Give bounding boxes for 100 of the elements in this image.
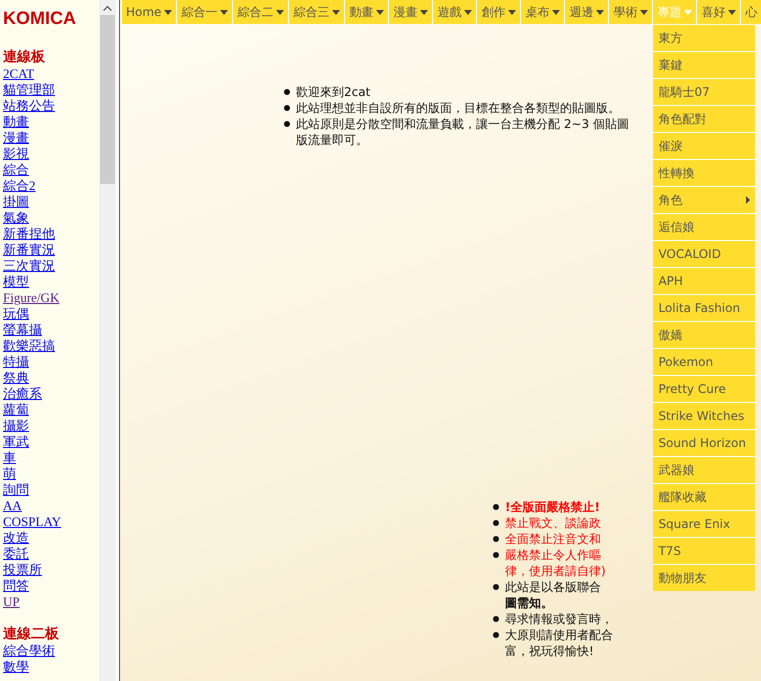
nav-menu-item[interactable]: 喜好 (697, 0, 740, 24)
rule-text: 富，祝玩得愉快! (505, 643, 595, 659)
dropdown-item[interactable]: 棄鍵 (653, 52, 756, 78)
board-link[interactable]: 歡樂惡搞 (3, 338, 55, 354)
nav-menu-item[interactable]: 動畫 (345, 0, 388, 24)
dropdown-item[interactable]: 性轉換 (653, 160, 756, 186)
board-link[interactable]: 氣象 (3, 210, 29, 226)
bullet-icon (493, 520, 499, 526)
submenu-arrow-icon (746, 196, 750, 204)
rule-text: 此站是以各版聯合 (505, 579, 601, 595)
nav-menu-item[interactable]: 遊戲 (433, 0, 476, 24)
rule-text: 律，使用者請自律) (505, 563, 606, 579)
caret-icon (420, 10, 428, 14)
dropdown-item[interactable]: Pretty Cure (653, 376, 756, 402)
bullet-icon (493, 632, 499, 638)
dropdown-item[interactable]: Square Enix (653, 511, 756, 537)
nav-menu-item[interactable]: 綜合一 (177, 0, 232, 24)
dropdown-item[interactable]: APH (653, 268, 756, 294)
board-link[interactable]: 動畫 (3, 114, 29, 130)
dropdown-item[interactable]: Pokemon (653, 349, 756, 375)
site-logo: KOMICA (3, 8, 76, 28)
board-link[interactable]: 攝影 (3, 418, 29, 434)
dropdown-item[interactable]: 逅信娘 (653, 214, 756, 240)
scroll-up-icon[interactable] (103, 5, 112, 11)
dropdown-item[interactable]: Lolita Fashion (653, 295, 756, 321)
nav-menu-item[interactable]: 創作 (477, 0, 520, 24)
board-link[interactable]: COSPLAY (3, 514, 62, 530)
board-link[interactable]: 螢幕攝 (3, 322, 42, 338)
rule-text: 嚴格禁止令人作嘔 (505, 547, 602, 563)
board-link[interactable]: Figure/GK (3, 290, 60, 306)
dropdown-item[interactable]: 傲嬌 (653, 322, 756, 348)
board-link[interactable]: 投票所 (3, 562, 42, 578)
nav-menu-item[interactable]: 桌布 (521, 0, 564, 24)
board-link[interactable]: 改造 (3, 530, 29, 546)
dropdown-item[interactable]: 催淚 (653, 133, 756, 159)
caret-icon (596, 10, 604, 14)
board-link[interactable]: 貓管理部 (3, 82, 55, 98)
nav-menu-item[interactable]: 學術 (609, 0, 652, 24)
board-link[interactable]: 新番實況 (3, 242, 55, 258)
scrollbar-thumb[interactable] (100, 15, 115, 184)
nav-menu-item[interactable]: 漫畫 (389, 0, 432, 24)
rule-text: 全面禁止注音文和 (505, 531, 601, 547)
board-link[interactable]: UP (3, 594, 20, 610)
dropdown-item[interactable]: 東方 (653, 25, 756, 51)
board-link[interactable]: 漫畫 (3, 130, 29, 146)
bullet-icon (493, 552, 499, 558)
caret-icon (332, 10, 340, 14)
rule-text: !全版面嚴格禁止! (505, 499, 600, 515)
dropdown-item[interactable]: 武器娘 (653, 457, 756, 483)
dropdown-item[interactable]: Sound Horizon (653, 430, 756, 456)
caret-icon (276, 10, 284, 14)
caret-icon (684, 10, 692, 14)
notice-text: 此站理想並非自設所有的版面，目標在整合各類型的貼圖版。 (296, 100, 620, 116)
nav-menu-item[interactable]: 綜合二 (233, 0, 288, 24)
board-link[interactable]: 影視 (3, 146, 29, 162)
bullet-icon (284, 121, 290, 127)
board-link[interactable]: 三次實況 (3, 258, 55, 274)
scrollbar[interactable] (99, 0, 116, 681)
board-link[interactable]: 綜合學術 (3, 643, 55, 659)
board-link[interactable]: 數學 (3, 659, 29, 675)
nav-menu-item[interactable]: 心 (741, 0, 761, 24)
board-link[interactable]: 軍武 (3, 434, 29, 450)
dropdown-item[interactable]: 龍騎士07 (653, 79, 756, 105)
dropdown-item[interactable]: VOCALOID (653, 241, 756, 267)
board-link[interactable]: 綜合2 (3, 178, 36, 194)
dropdown-item[interactable]: T7S (653, 538, 756, 564)
dropdown-item[interactable]: 角色 (653, 187, 756, 213)
board-link[interactable]: 蘿蔔 (3, 402, 29, 418)
nav-menu-item[interactable]: Home (122, 0, 176, 24)
nav-menu-item[interactable]: 綜合三 (289, 0, 344, 24)
board-link[interactable]: 掛圖 (3, 194, 29, 210)
dropdown-item[interactable]: 艦隊收藏 (653, 484, 756, 510)
board-link[interactable]: 站務公告 (3, 98, 55, 114)
dropdown-item[interactable]: 角色配對 (653, 106, 756, 132)
board-link[interactable]: 車 (3, 450, 16, 466)
caret-icon (508, 10, 516, 14)
bullet-icon (284, 105, 290, 111)
bullet-icon (493, 504, 499, 510)
dropdown-item[interactable]: Strike Witches (653, 403, 756, 429)
board-link[interactable]: 詢問 (3, 482, 29, 498)
bullet-icon (284, 89, 290, 95)
board-link[interactable]: 萌 (3, 466, 16, 482)
board-link[interactable]: 特攝 (3, 354, 29, 370)
board-link[interactable]: 2CAT (3, 66, 34, 82)
board-link[interactable]: 委託 (3, 546, 29, 562)
caret-icon (220, 10, 228, 14)
board-link[interactable]: 新番捏他 (3, 226, 55, 242)
caret-icon (164, 10, 172, 14)
board-link[interactable]: 治癒系 (3, 386, 42, 402)
section-heading: 連線板 (3, 49, 45, 66)
caret-icon (376, 10, 384, 14)
board-link[interactable]: 模型 (3, 274, 29, 290)
board-link[interactable]: 綜合 (3, 162, 29, 178)
board-link[interactable]: 問答 (3, 578, 29, 594)
board-link[interactable]: 祭典 (3, 370, 29, 386)
board-link[interactable]: 玩偶 (3, 306, 29, 322)
nav-menu-item[interactable]: 週邊 (565, 0, 608, 24)
board-link[interactable]: AA (3, 498, 22, 514)
section-heading: 連線二板 (3, 626, 59, 643)
dropdown-item[interactable]: 動物朋友 (653, 565, 756, 591)
